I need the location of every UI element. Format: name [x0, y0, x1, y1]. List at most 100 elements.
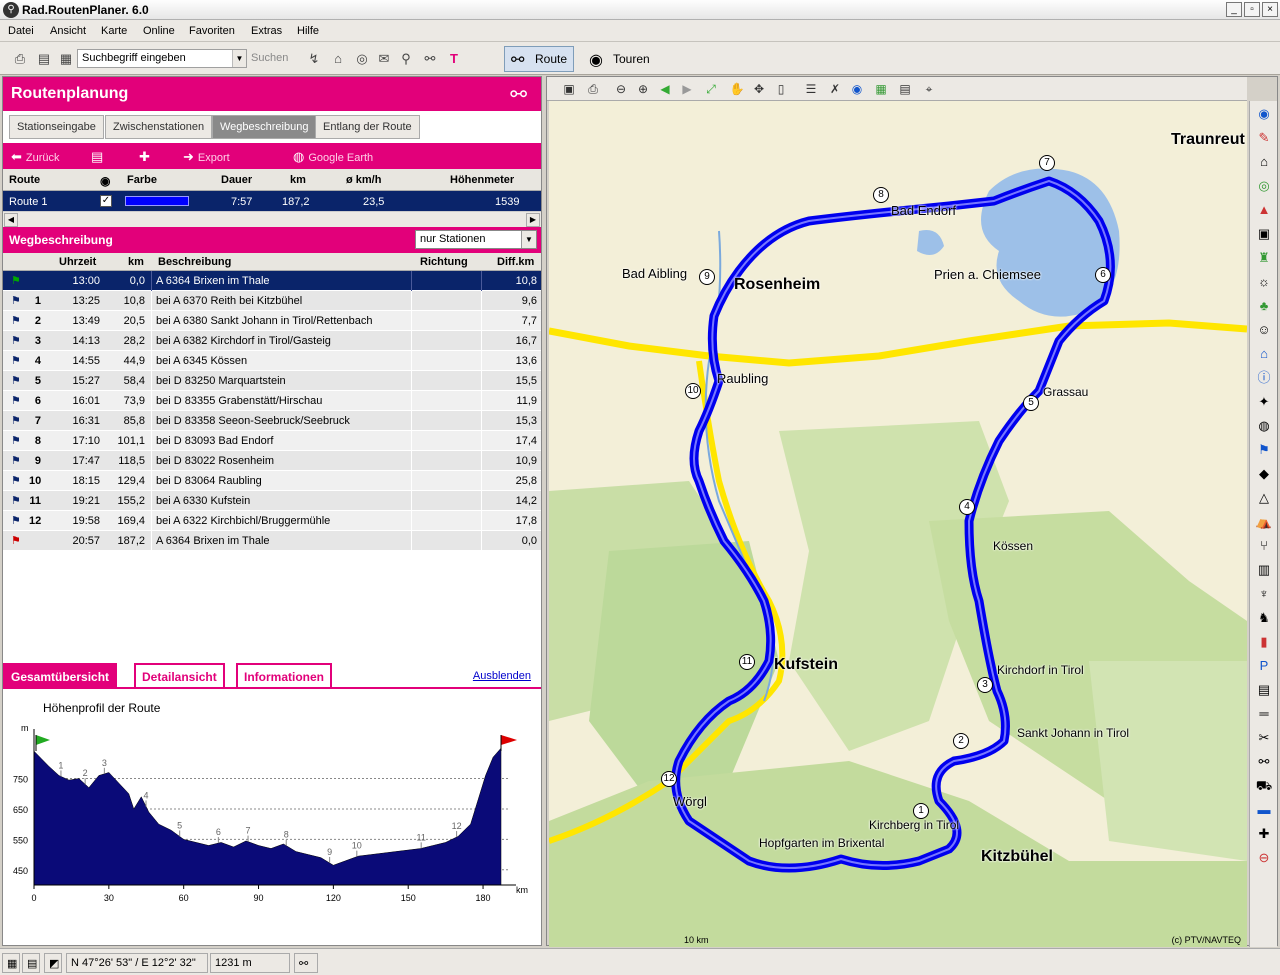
- tab-entlang-der-route[interactable]: Entlang der Route: [315, 115, 420, 139]
- hide-link[interactable]: Ausblenden: [473, 670, 531, 682]
- visibility-checkbox[interactable]: ✓: [100, 195, 112, 207]
- back-arrow-icon[interactable]: ◀: [657, 81, 673, 97]
- camera-icon[interactable]: ▣: [1255, 225, 1273, 243]
- parking-icon[interactable]: P: [1255, 657, 1273, 675]
- grid-icon[interactable]: ▦: [873, 81, 889, 97]
- menu-favoriten[interactable]: Favoriten: [189, 25, 235, 37]
- list-icon[interactable]: ☰: [803, 81, 819, 97]
- info-icon[interactable]: ⓘ: [1255, 369, 1273, 387]
- bike-status-icon[interactable]: ⚯: [294, 953, 318, 973]
- layers-icon[interactable]: ▤: [897, 81, 913, 97]
- compass-status-icon[interactable]: ◩: [44, 953, 62, 973]
- map-status-icon[interactable]: ▤: [22, 953, 40, 973]
- close-button[interactable]: ×: [1262, 2, 1278, 17]
- print-list-button[interactable]: ▤: [91, 149, 107, 165]
- table-row[interactable]: ⚑ 9 17:47 118,5 bei D 83022 Rosenheim 10,9: [3, 451, 541, 471]
- route-button[interactable]: ⚯ Route: [504, 46, 575, 72]
- table-row[interactable]: ⚑ 12 19:58 169,4 bei A 6322 Kirchbichl/Brugg…: [3, 511, 541, 531]
- waypoint-7[interactable]: 7: [1039, 155, 1055, 171]
- menu-hilfe[interactable]: Hilfe: [297, 25, 319, 37]
- table-row[interactable]: ⚑ 5 15:27 58,4 bei D 83250 Marquartstein 15,5: [3, 371, 541, 391]
- tours-button[interactable]: ◉ Touren: [582, 46, 657, 72]
- waypoint-11[interactable]: 11: [739, 654, 755, 670]
- search-icon[interactable]: ⚲: [398, 51, 414, 67]
- add-page-button[interactable]: ✚: [139, 149, 154, 165]
- pin-icon[interactable]: ✎: [1255, 129, 1273, 147]
- triangle-icon[interactable]: △: [1255, 489, 1273, 507]
- route-tool-icon[interactable]: ↯: [306, 51, 322, 67]
- print-icon[interactable]: ⎙: [12, 51, 28, 67]
- table-row[interactable]: ⚑ 8 17:10 101,1 bei D 83093 Bad Endorf 17,4: [3, 431, 541, 451]
- bike-icon[interactable]: ⚯: [1255, 753, 1273, 771]
- waypoint-6[interactable]: 6: [1095, 267, 1111, 283]
- cube-icon[interactable]: ◆: [1255, 465, 1273, 483]
- hand-icon[interactable]: ✋: [729, 81, 745, 97]
- museum-icon[interactable]: ⌂: [1255, 153, 1273, 171]
- waypoint-10[interactable]: 10: [685, 383, 701, 399]
- menu-datei[interactable]: Datei: [8, 25, 34, 37]
- menu-extras[interactable]: Extras: [251, 25, 282, 37]
- waypoint-1[interactable]: 1: [913, 803, 929, 819]
- repair-icon[interactable]: ✂: [1255, 729, 1273, 747]
- fuel-icon[interactable]: ▮: [1255, 633, 1273, 651]
- search-input[interactable]: Suchbegriff eingeben ▼: [77, 49, 247, 68]
- target-icon[interactable]: ⌖: [921, 81, 937, 97]
- bike-circle-icon[interactable]: ◉: [849, 81, 865, 97]
- tab-zwischenstationen[interactable]: Zwischenstationen: [105, 115, 213, 139]
- zoom-out-icon[interactable]: ⊖: [613, 81, 629, 97]
- bird-icon[interactable]: ✦: [1255, 393, 1273, 411]
- scroll-right-icon[interactable]: ▶: [526, 213, 540, 227]
- zoom-in-icon[interactable]: ⊕: [635, 81, 651, 97]
- table-row[interactable]: ⚑ 20:57 187,2 A 6364 Brixen im Thale 0,0: [3, 531, 541, 551]
- waypoint-2[interactable]: 2: [953, 733, 969, 749]
- house-icon[interactable]: ⌂: [1255, 345, 1273, 363]
- eye-icon[interactable]: ◉: [1255, 105, 1273, 123]
- route-row[interactable]: Route 1 ✓ 7:57 187,2 23,5 1539: [3, 191, 541, 211]
- export-button[interactable]: ➜ Export: [183, 149, 230, 165]
- hotel-icon[interactable]: ⌂: [330, 51, 346, 67]
- table-row[interactable]: ⚑ 11 19:21 155,2 bei A 6330 Kufstein 14,2: [3, 491, 541, 511]
- restaurant-icon[interactable]: ⑂: [1255, 537, 1273, 555]
- tab-detailansicht[interactable]: Detailansicht: [134, 663, 225, 687]
- table-row[interactable]: ⚑ 2 13:49 20,5 bei A 6380 Sankt Johann in Ti…: [3, 311, 541, 331]
- scroll-left-icon[interactable]: ◀: [4, 213, 18, 227]
- cocktail-icon[interactable]: ♆: [1255, 585, 1273, 603]
- address-icon[interactable]: ▦: [58, 51, 74, 67]
- brand-icon[interactable]: ▬: [1255, 801, 1273, 819]
- forward-arrow-icon[interactable]: ▶: [679, 81, 695, 97]
- menu-ansicht[interactable]: Ansicht: [50, 25, 86, 37]
- route-color-swatch[interactable]: [125, 196, 189, 206]
- route-options-icon[interactable]: ✗: [827, 81, 843, 97]
- tree-icon[interactable]: ♣: [1255, 297, 1273, 315]
- maximize-button[interactable]: ▫: [1244, 2, 1260, 17]
- search-button[interactable]: Suchen: [251, 52, 288, 64]
- rail-icon[interactable]: ═: [1255, 705, 1273, 723]
- fit-route-icon[interactable]: ⤢: [703, 81, 719, 97]
- people-icon[interactable]: ☺: [1255, 321, 1273, 339]
- stations-filter-select[interactable]: nur Stationen ▼: [415, 230, 537, 249]
- view-icon[interactable]: ◎: [1255, 177, 1273, 195]
- castle-icon[interactable]: ♜: [1255, 249, 1273, 267]
- tab-gesamtuebersicht[interactable]: Gesamtübersicht: [3, 663, 118, 687]
- table-row[interactable]: ⚑ 4 14:55 44,9 bei A 6345 Kössen 13,6: [3, 351, 541, 371]
- print-icon[interactable]: ⎙: [585, 81, 601, 97]
- waypoint-9[interactable]: 9: [699, 269, 715, 285]
- menu-online[interactable]: Online: [143, 25, 175, 37]
- mail-icon[interactable]: ✉: [376, 51, 392, 67]
- hostel-icon[interactable]: ▥: [1255, 561, 1273, 579]
- table-row[interactable]: ⚑ 13:00 0,0 A 6364 Brixen im Thale 10,8: [3, 271, 541, 291]
- minimize-button[interactable]: _: [1226, 2, 1242, 17]
- horizontal-scrollbar[interactable]: ◀ ▶: [3, 211, 541, 227]
- flag-icon[interactable]: ⚑: [1255, 441, 1273, 459]
- hiker-icon[interactable]: ♞: [1255, 609, 1273, 627]
- warning-icon[interactable]: ▲: [1255, 201, 1273, 219]
- table-row[interactable]: ⚑ 10 18:15 129,4 bei D 83064 Raubling 25,8: [3, 471, 541, 491]
- table-row[interactable]: ⚑ 1 13:25 10,8 bei A 6370 Reith bei Kitzbühe…: [3, 291, 541, 311]
- grid-status-icon[interactable]: ▦: [2, 953, 20, 973]
- table-row[interactable]: ⚑ 6 16:01 73,9 bei D 83355 Grabenstätt/Hirsc…: [3, 391, 541, 411]
- waypoint-3[interactable]: 3: [977, 677, 993, 693]
- map-canvas[interactable]: Rosenheim Kufstein Kitzbühel Traunreut P…: [549, 101, 1247, 947]
- google-earth-button[interactable]: ◍ Google Earth: [293, 149, 373, 165]
- measure-icon[interactable]: ▯: [773, 81, 789, 97]
- waypoint-4[interactable]: 4: [959, 499, 975, 515]
